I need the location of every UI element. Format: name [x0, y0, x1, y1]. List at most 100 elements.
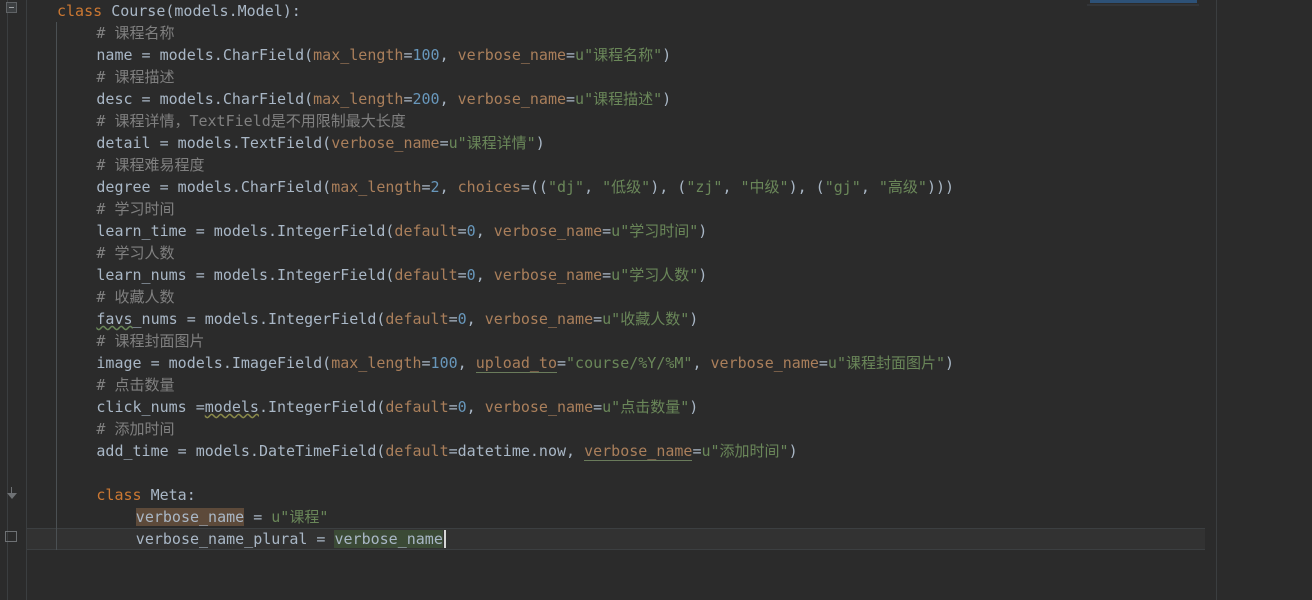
code-token: models.IntegerField	[204, 310, 377, 328]
code-token: =	[602, 222, 612, 240]
code-line[interactable]: image = models.ImageField(max_length=100…	[96, 352, 954, 374]
code-token: =	[244, 508, 272, 526]
code-line[interactable]: # 课程详情，TextField是不用限制最大长度	[96, 110, 405, 132]
code-token: upload_to	[475, 354, 557, 373]
code-token: ,	[722, 178, 741, 196]
code-token: =	[307, 530, 335, 548]
code-token: # 课程名称	[96, 24, 175, 42]
code-token: choices	[457, 178, 521, 196]
code-token: u"课程详情"	[448, 134, 536, 152]
code-token: )	[788, 442, 798, 460]
code-line[interactable]: # 课程名称	[96, 22, 174, 44]
code-token: =	[421, 178, 431, 196]
code-token: =	[132, 46, 160, 64]
code-line[interactable]: verbose_name = u"课程"	[135, 506, 329, 528]
code-token: )	[662, 46, 672, 64]
code-token: 100	[412, 46, 440, 64]
code-line[interactable]: click_nums =models.IntegerField(default=…	[96, 396, 698, 418]
code-line[interactable]: favs_nums = models.IntegerField(default=…	[96, 308, 698, 330]
code-token: max_length	[313, 46, 404, 64]
code-line[interactable]: # 学习时间	[96, 198, 174, 220]
scroll-position-marker-shadow	[1087, 4, 1199, 6]
code-line[interactable]: learn_time = models.IntegerField(default…	[96, 220, 707, 242]
code-token: # 学习人数	[96, 244, 175, 262]
code-token: =	[602, 266, 612, 284]
code-token: =	[439, 134, 449, 152]
indent-guide-level-1	[56, 22, 57, 550]
code-token: verbose_name	[457, 46, 567, 64]
code-line[interactable]: class Meta:	[96, 484, 195, 506]
code-line[interactable]: # 课程难易程度	[96, 154, 204, 176]
code-token: (	[322, 354, 332, 372]
code-token: verbose_name	[334, 530, 443, 548]
code-line[interactable]: # 学习人数	[96, 242, 174, 264]
code-token: .IntegerField	[258, 398, 377, 416]
code-line[interactable]: class Course(models.Model):	[57, 0, 301, 22]
code-token: class	[57, 2, 103, 20]
code-token: =	[818, 354, 828, 372]
code-token: class	[96, 486, 142, 504]
code-token: verbose_name	[331, 134, 440, 152]
code-line[interactable]: # 收藏人数	[96, 286, 174, 308]
code-token: =	[448, 442, 458, 460]
code-token: =	[186, 266, 214, 284]
code-token: ,	[584, 178, 603, 196]
code-token: default	[385, 398, 449, 416]
code-token: "低级"	[602, 178, 651, 196]
code-token: u"学习时间"	[611, 222, 699, 240]
code-line[interactable]: # 课程封面图片	[96, 330, 204, 352]
code-token: u"课程名称"	[575, 46, 663, 64]
code-token: default	[394, 222, 458, 240]
code-token: ), (	[788, 178, 825, 196]
code-token: =	[566, 46, 576, 64]
code-token: favs	[96, 310, 133, 328]
code-token: models	[204, 398, 259, 416]
code-token: =	[141, 354, 169, 372]
code-token: default	[385, 442, 449, 460]
code-token: =	[556, 354, 567, 372]
code-token: ,	[475, 266, 494, 284]
code-token: "高级"	[878, 178, 927, 196]
code-token: =	[457, 222, 467, 240]
code-line[interactable]: detail = models.TextField(verbose_name=u…	[96, 132, 544, 154]
code-token: u"课程"	[271, 508, 329, 526]
code-token: )	[689, 310, 699, 328]
code-token: verbose_name	[493, 222, 603, 240]
code-line[interactable]: verbose_name_plural = verbose_name	[136, 528, 443, 550]
code-editor[interactable]: class Course(models.Model): # 课程名称 name = …	[0, 0, 1312, 600]
code-token: verbose_name	[484, 398, 594, 416]
code-token: ,	[466, 310, 485, 328]
scroll-position-marker[interactable]	[1090, 0, 1197, 3]
code-token: 200	[412, 90, 440, 108]
code-token: )))	[926, 178, 955, 196]
code-line[interactable]: # 点击数量	[96, 374, 174, 396]
code-line[interactable]: desc = models.CharField(max_length=200, …	[96, 88, 671, 110]
code-token: click_nums	[96, 398, 187, 416]
code-token: detail	[96, 134, 151, 152]
code-token: Meta	[150, 486, 187, 504]
code-token: max_length	[331, 178, 422, 196]
code-text-area[interactable]: class Course(models.Model): # 课程名称 name = …	[0, 0, 1312, 600]
code-token: models.TextField	[177, 134, 323, 152]
code-line[interactable]: # 添加时间	[96, 418, 174, 440]
code-token: max_length	[331, 354, 422, 372]
code-token: 0	[457, 398, 467, 416]
code-token: ,	[439, 178, 458, 196]
code-token: )	[945, 354, 955, 372]
text-caret	[443, 530, 446, 548]
code-line[interactable]: # 课程描述	[96, 66, 174, 88]
code-line[interactable]: name = models.CharField(max_length=100, …	[96, 44, 671, 66]
code-token: )	[698, 222, 708, 240]
code-token: add_time	[96, 442, 169, 460]
code-token: verbose_name	[493, 266, 603, 284]
code-token: models.CharField	[177, 178, 323, 196]
code-line[interactable]: degree = models.CharField(max_length=2, …	[96, 176, 954, 198]
code-line[interactable]: add_time = models.DateTimeField(default=…	[96, 440, 798, 462]
code-token: "course/%Y/%M"	[566, 354, 693, 372]
code-token: u"学习人数"	[611, 266, 699, 284]
code-line[interactable]: learn_nums = models.IntegerField(default…	[96, 264, 707, 286]
code-token: ), (	[650, 178, 687, 196]
code-token: "中级"	[740, 178, 789, 196]
